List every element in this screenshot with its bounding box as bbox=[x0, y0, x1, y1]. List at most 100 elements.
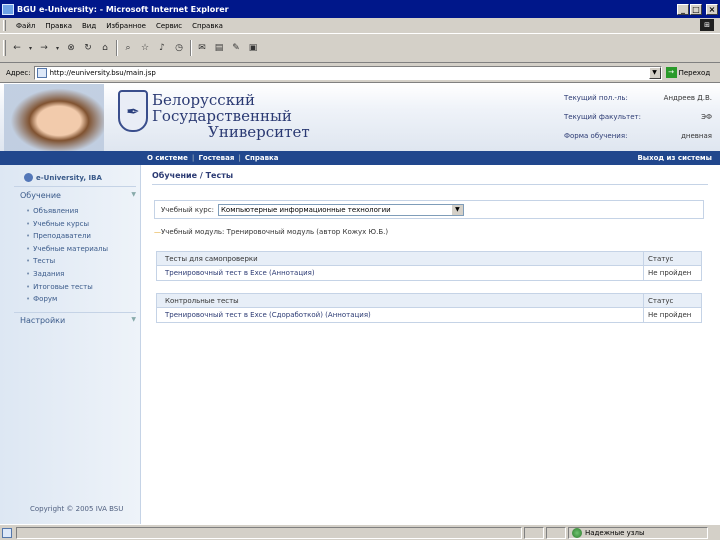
brand-logo-icon bbox=[24, 173, 33, 182]
back-dropdown-icon[interactable]: ▾ bbox=[26, 40, 35, 56]
breadcrumb: Обучение / Тесты bbox=[152, 171, 234, 180]
discuss-icon[interactable]: ▣ bbox=[245, 40, 261, 56]
page-viewport: ✒ Белорусский Государственный Университе… bbox=[0, 84, 720, 524]
minimize-button[interactable]: _ bbox=[677, 3, 689, 15]
nav-separator: | bbox=[238, 154, 241, 162]
address-dropdown-icon[interactable]: ▼ bbox=[648, 66, 661, 79]
sidebar-item-assignments[interactable]: Задания bbox=[26, 268, 108, 281]
chevron-down-icon[interactable]: ▼ bbox=[451, 204, 463, 215]
address-url[interactable]: http://euniversity.bsu/main.jsp bbox=[50, 69, 156, 77]
security-zone: Надежные узлы bbox=[568, 526, 708, 539]
chevron-down-icon: ▼ bbox=[131, 316, 136, 323]
banner-photo bbox=[4, 84, 104, 151]
sidebar-item-forum[interactable]: Форум bbox=[26, 293, 108, 306]
sidebar-item-materials[interactable]: Учебные материалы bbox=[26, 243, 108, 256]
info-label: Форма обучения: bbox=[564, 132, 628, 140]
go-arrow-icon: → bbox=[665, 67, 677, 78]
column-header-status: Статус bbox=[643, 252, 701, 265]
edit-icon[interactable]: ✎ bbox=[228, 40, 244, 56]
university-line: Белорусский bbox=[152, 91, 256, 109]
mail-icon[interactable]: ✉ bbox=[194, 40, 210, 56]
test-status: Не пройден bbox=[643, 266, 701, 280]
info-row-faculty: Текущий факультет: ЭФ bbox=[564, 113, 712, 121]
search-icon[interactable]: ⌕ bbox=[120, 40, 136, 56]
address-label: Адрес: bbox=[6, 68, 31, 77]
sidebar-item-final-tests[interactable]: Итоговые тесты bbox=[26, 281, 108, 294]
menu-view[interactable]: Вид bbox=[77, 22, 101, 30]
info-value: Андреев Д.В. bbox=[663, 94, 712, 102]
menu-file[interactable]: Файл bbox=[11, 22, 40, 30]
university-name: Белорусский Государственный Университет bbox=[152, 92, 310, 140]
sidebar-item-courses[interactable]: Учебные курсы bbox=[26, 218, 108, 231]
user-info: Текущий пол.-ль: Андреев Д.В. Текущий фа… bbox=[564, 94, 712, 151]
toolbar-grip[interactable] bbox=[3, 40, 6, 56]
sidebar: e-University, IBA Обучение ▼ Объявления … bbox=[0, 165, 141, 524]
sidebar-item-announcements[interactable]: Объявления bbox=[26, 205, 108, 218]
nav-guest-link[interactable]: Гостевая bbox=[198, 154, 234, 162]
home-icon[interactable]: ⌂ bbox=[97, 40, 113, 56]
module-text: Учебный модуль: Тренировочный модуль (ав… bbox=[161, 228, 389, 236]
course-select[interactable]: Компьютерные информационные технологии ▼ bbox=[217, 203, 464, 216]
table-header: Контрольные тесты Статус bbox=[157, 294, 701, 308]
section-label: Обучение bbox=[20, 191, 61, 200]
info-value: ЭФ bbox=[701, 113, 712, 121]
nav-about-link[interactable]: О системе bbox=[147, 154, 188, 162]
course-label: Учебный курс: bbox=[161, 205, 214, 214]
menu-favorites[interactable]: Избранное bbox=[101, 22, 151, 30]
status-panel bbox=[546, 526, 566, 539]
nav-separator: | bbox=[191, 154, 195, 162]
forward-icon[interactable]: → bbox=[36, 40, 52, 56]
sidebar-section-settings[interactable]: Настройки ▼ bbox=[20, 316, 136, 325]
windows-logo-icon: ⊞ bbox=[700, 19, 714, 31]
logout-link[interactable]: Выход из системы bbox=[637, 151, 712, 165]
status-panel bbox=[524, 526, 544, 539]
page-status-icon bbox=[2, 527, 12, 538]
control-tests-table: Контрольные тесты Статус Тренировочный т… bbox=[156, 293, 702, 323]
site-banner: ✒ Белорусский Государственный Университе… bbox=[0, 84, 720, 151]
media-icon[interactable]: ♪ bbox=[154, 40, 170, 56]
go-label: Переход bbox=[678, 68, 711, 77]
column-header-tests: Тесты для самопроверки bbox=[165, 254, 258, 263]
address-input[interactable]: http://euniversity.bsu/main.jsp ▼ bbox=[33, 65, 662, 80]
back-icon[interactable]: ← bbox=[9, 40, 25, 56]
forward-dropdown-icon[interactable]: ▾ bbox=[53, 40, 62, 56]
toolbar-separator bbox=[190, 40, 192, 56]
menubar-grip[interactable] bbox=[3, 20, 6, 31]
table-row: Тренировочный тест в Exce (Сдоработкой) … bbox=[157, 308, 701, 322]
stop-icon[interactable]: ⊗ bbox=[63, 40, 79, 56]
go-button[interactable]: → Переход bbox=[665, 67, 711, 78]
sidebar-section-learning[interactable]: Обучение ▼ bbox=[20, 191, 136, 200]
maximize-button[interactable]: □ bbox=[690, 3, 702, 15]
site-nav: О системе | Гостевая | Справка Выход из … bbox=[0, 151, 720, 165]
info-label: Текущий пол.-ль: bbox=[564, 94, 628, 102]
sidebar-list: Объявления Учебные курсы Преподаватели У… bbox=[26, 205, 108, 306]
test-link[interactable]: Тренировочный тест в Exce (Аннотация) bbox=[157, 269, 643, 277]
window-titlebar: BGU e-University: - Microsoft Internet E… bbox=[0, 0, 720, 18]
menu-bar: Файл Правка Вид Избранное Сервис Справка… bbox=[0, 18, 720, 33]
trusted-zone-icon bbox=[572, 527, 582, 538]
refresh-icon[interactable]: ↻ bbox=[80, 40, 96, 56]
menu-tools[interactable]: Сервис bbox=[151, 22, 187, 30]
module-info: —Учебный модуль: Тренировочный модуль (а… bbox=[154, 228, 388, 236]
sidebar-item-tests[interactable]: Тесты bbox=[26, 255, 108, 268]
column-header-tests: Контрольные тесты bbox=[165, 296, 239, 305]
column-header-status: Статус bbox=[643, 294, 701, 307]
print-icon[interactable]: ▤ bbox=[211, 40, 227, 56]
ie-icon bbox=[2, 3, 14, 15]
sidebar-divider bbox=[14, 312, 136, 313]
close-button[interactable]: × bbox=[706, 3, 718, 15]
standard-toolbar: ← ▾ → ▾ ⊗ ↻ ⌂ ⌕ ☆ ♪ ◷ ✉ ▤ ✎ ▣ bbox=[0, 33, 720, 63]
nav-help-link[interactable]: Справка bbox=[245, 154, 279, 162]
university-emblem-icon: ✒ bbox=[118, 90, 148, 132]
menu-edit[interactable]: Правка bbox=[40, 22, 77, 30]
menu-help[interactable]: Справка bbox=[187, 22, 228, 30]
sidebar-item-teachers[interactable]: Преподаватели bbox=[26, 230, 108, 243]
test-link[interactable]: Тренировочный тест в Exce (Сдоработкой) … bbox=[157, 311, 643, 319]
course-selector: Учебный курс: Компьютерные информационны… bbox=[154, 200, 704, 219]
history-icon[interactable]: ◷ bbox=[171, 40, 187, 56]
page-icon bbox=[36, 67, 47, 78]
sidebar-divider bbox=[14, 186, 136, 187]
self-tests-table: Тесты для самопроверки Статус Тренировоч… bbox=[156, 251, 702, 281]
favorites-icon[interactable]: ☆ bbox=[137, 40, 153, 56]
brand-text: e-University, IBA bbox=[36, 173, 102, 182]
